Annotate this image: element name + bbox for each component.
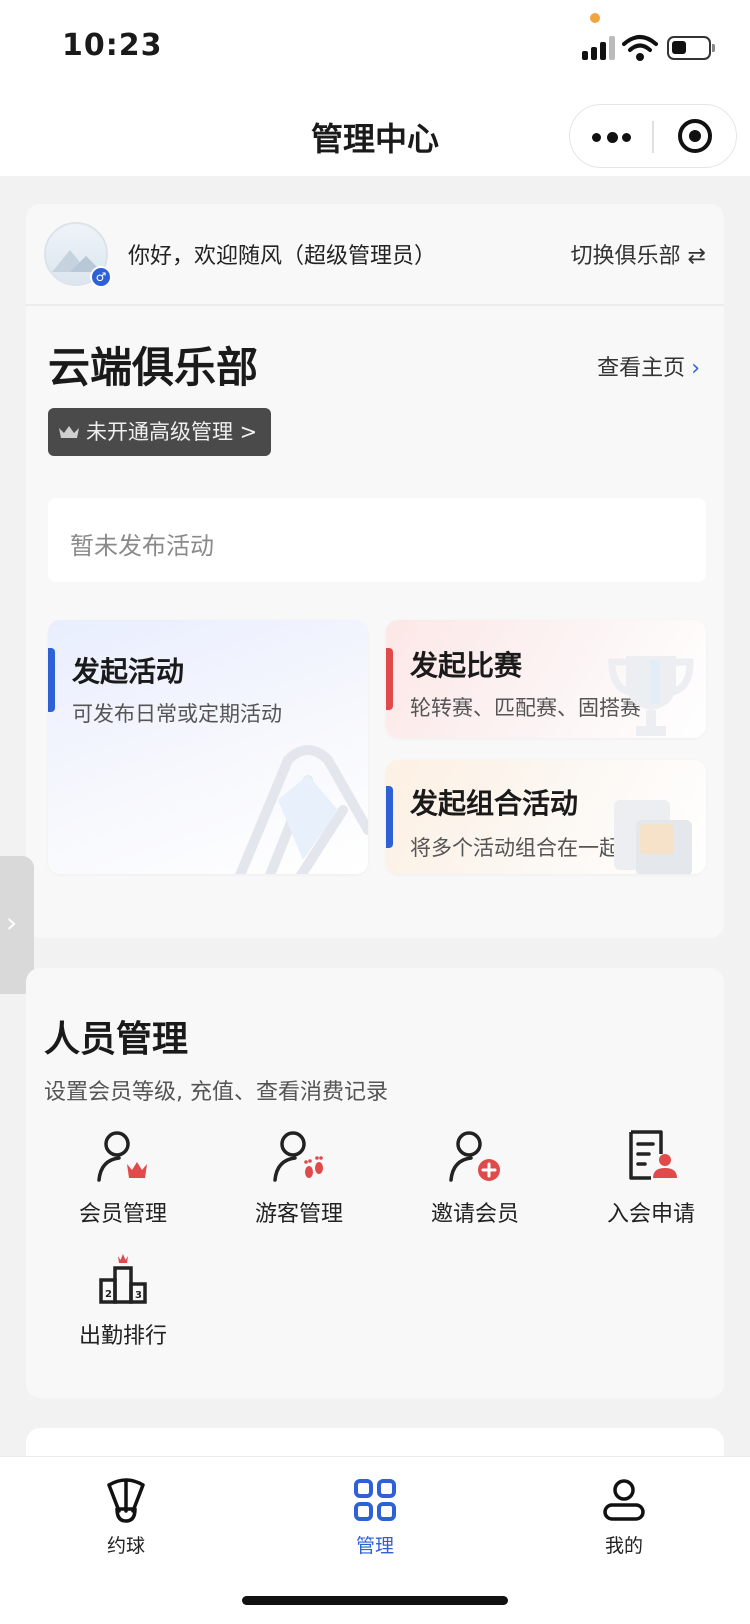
club-name: 云端俱乐部 <box>48 343 259 392</box>
crown-icon <box>59 426 79 438</box>
wifi-icon <box>622 35 658 61</box>
feature-member-management[interactable]: 会员管理 <box>38 1126 208 1228</box>
tile-title: 发起比赛 <box>410 649 523 682</box>
guest-footprint-icon <box>273 1131 323 1182</box>
battery-icon <box>667 36 715 60</box>
premium-badge-label: 未开通高级管理 > <box>86 420 258 444</box>
status-time: 10:23 <box>62 28 163 63</box>
feature-label: 出勤排行 <box>78 1324 167 1349</box>
no-activity-box: 暂未发布活动 <box>48 498 706 582</box>
tile-title: 发起活动 <box>72 655 185 688</box>
feature-label: 游客管理 <box>254 1202 343 1227</box>
feature-guest-management[interactable]: 游客管理 <box>214 1126 384 1228</box>
more-dots-icon[interactable] <box>592 127 632 147</box>
no-activity-text: 暂未发布活动 <box>70 532 214 560</box>
tab-mine[interactable]: 我的 <box>564 1477 684 1558</box>
feature-join-application[interactable]: 入会申请 <box>566 1126 736 1228</box>
member-management-card: 人员管理 设置会员等级, 充值、查看消费记录 会员管理 游客管理 邀请会员 入会… <box>26 968 724 1398</box>
section-subtitle: 设置会员等级, 充值、查看消费记录 <box>44 1080 388 1105</box>
club-card: ♂ 你好，欢迎随风（超级管理员） 切换俱乐部 ⇄ 云端俱乐部 查看主页 › 未开通… <box>26 204 724 938</box>
accent-bar <box>386 648 393 710</box>
svg-text:2: 2 <box>105 1289 112 1300</box>
shuttlecock-watermark-icon <box>235 745 368 874</box>
section-title: 人员管理 <box>44 1019 189 1060</box>
nav-bar: 管理中心 <box>0 96 750 176</box>
chevron-right-icon: › <box>6 906 18 939</box>
svg-text:3: 3 <box>135 1290 142 1301</box>
application-form-icon <box>629 1130 677 1180</box>
tab-label: 约球 <box>106 1535 145 1557</box>
invite-member-icon <box>449 1131 500 1182</box>
privacy-indicator-dot <box>590 13 600 23</box>
feature-label: 入会申请 <box>606 1202 695 1227</box>
tab-manage[interactable]: 管理 <box>315 1477 435 1558</box>
status-bar: 10:23 <box>0 0 750 96</box>
premium-management-badge[interactable]: 未开通高级管理 > <box>48 408 272 456</box>
grid-icon <box>354 1479 396 1521</box>
cards-watermark-icon <box>614 800 692 874</box>
capsule-divider <box>652 121 654 153</box>
tab-label: 管理 <box>355 1535 394 1557</box>
view-home-link[interactable]: 查看主页 › <box>597 350 700 382</box>
tab-label: 我的 <box>604 1535 643 1557</box>
tile-title: 发起组合活动 <box>410 787 579 820</box>
feature-attendance-ranking[interactable]: 2 3 出勤排行 <box>38 1248 208 1350</box>
start-combo-activity-tile[interactable]: 发起组合活动 将多个活动组合在一起报名 <box>386 760 706 874</box>
feature-label: 会员管理 <box>78 1202 167 1227</box>
shuttlecock-icon <box>107 1478 145 1523</box>
start-activity-tile[interactable]: 发起活动 可发布日常或定期活动 <box>48 620 368 874</box>
home-indicator <box>242 1596 508 1605</box>
tile-subtitle: 可发布日常或定期活动 <box>72 702 282 726</box>
switch-club-button[interactable]: 切换俱乐部 ⇄ <box>571 238 706 270</box>
tab-play[interactable]: 约球 <box>66 1477 186 1558</box>
feature-label: 邀请会员 <box>430 1202 519 1227</box>
accent-bar <box>386 786 393 848</box>
accent-bar <box>48 648 55 712</box>
greeting-row: ♂ 你好，欢迎随风（超级管理员） 切换俱乐部 ⇄ <box>26 204 724 306</box>
feature-invite-member[interactable]: 邀请会员 <box>390 1126 560 1228</box>
start-match-tile[interactable]: 发起比赛 轮转赛、匹配赛、固搭赛 <box>386 620 706 738</box>
miniprogram-capsule <box>569 104 737 168</box>
podium-ranking-icon: 2 3 <box>99 1254 147 1304</box>
trophy-watermark-icon <box>608 656 694 736</box>
close-target-icon[interactable] <box>678 119 712 153</box>
chevron-right-icon: › <box>691 356 700 381</box>
male-gender-icon: ♂ <box>90 266 112 288</box>
view-home-label: 查看主页 <box>597 356 686 381</box>
greeting-text: 你好，欢迎随风（超级管理员） <box>128 244 437 269</box>
user-icon <box>603 1479 645 1521</box>
cellular-signal-icon <box>582 36 616 60</box>
member-crown-icon <box>97 1131 147 1182</box>
